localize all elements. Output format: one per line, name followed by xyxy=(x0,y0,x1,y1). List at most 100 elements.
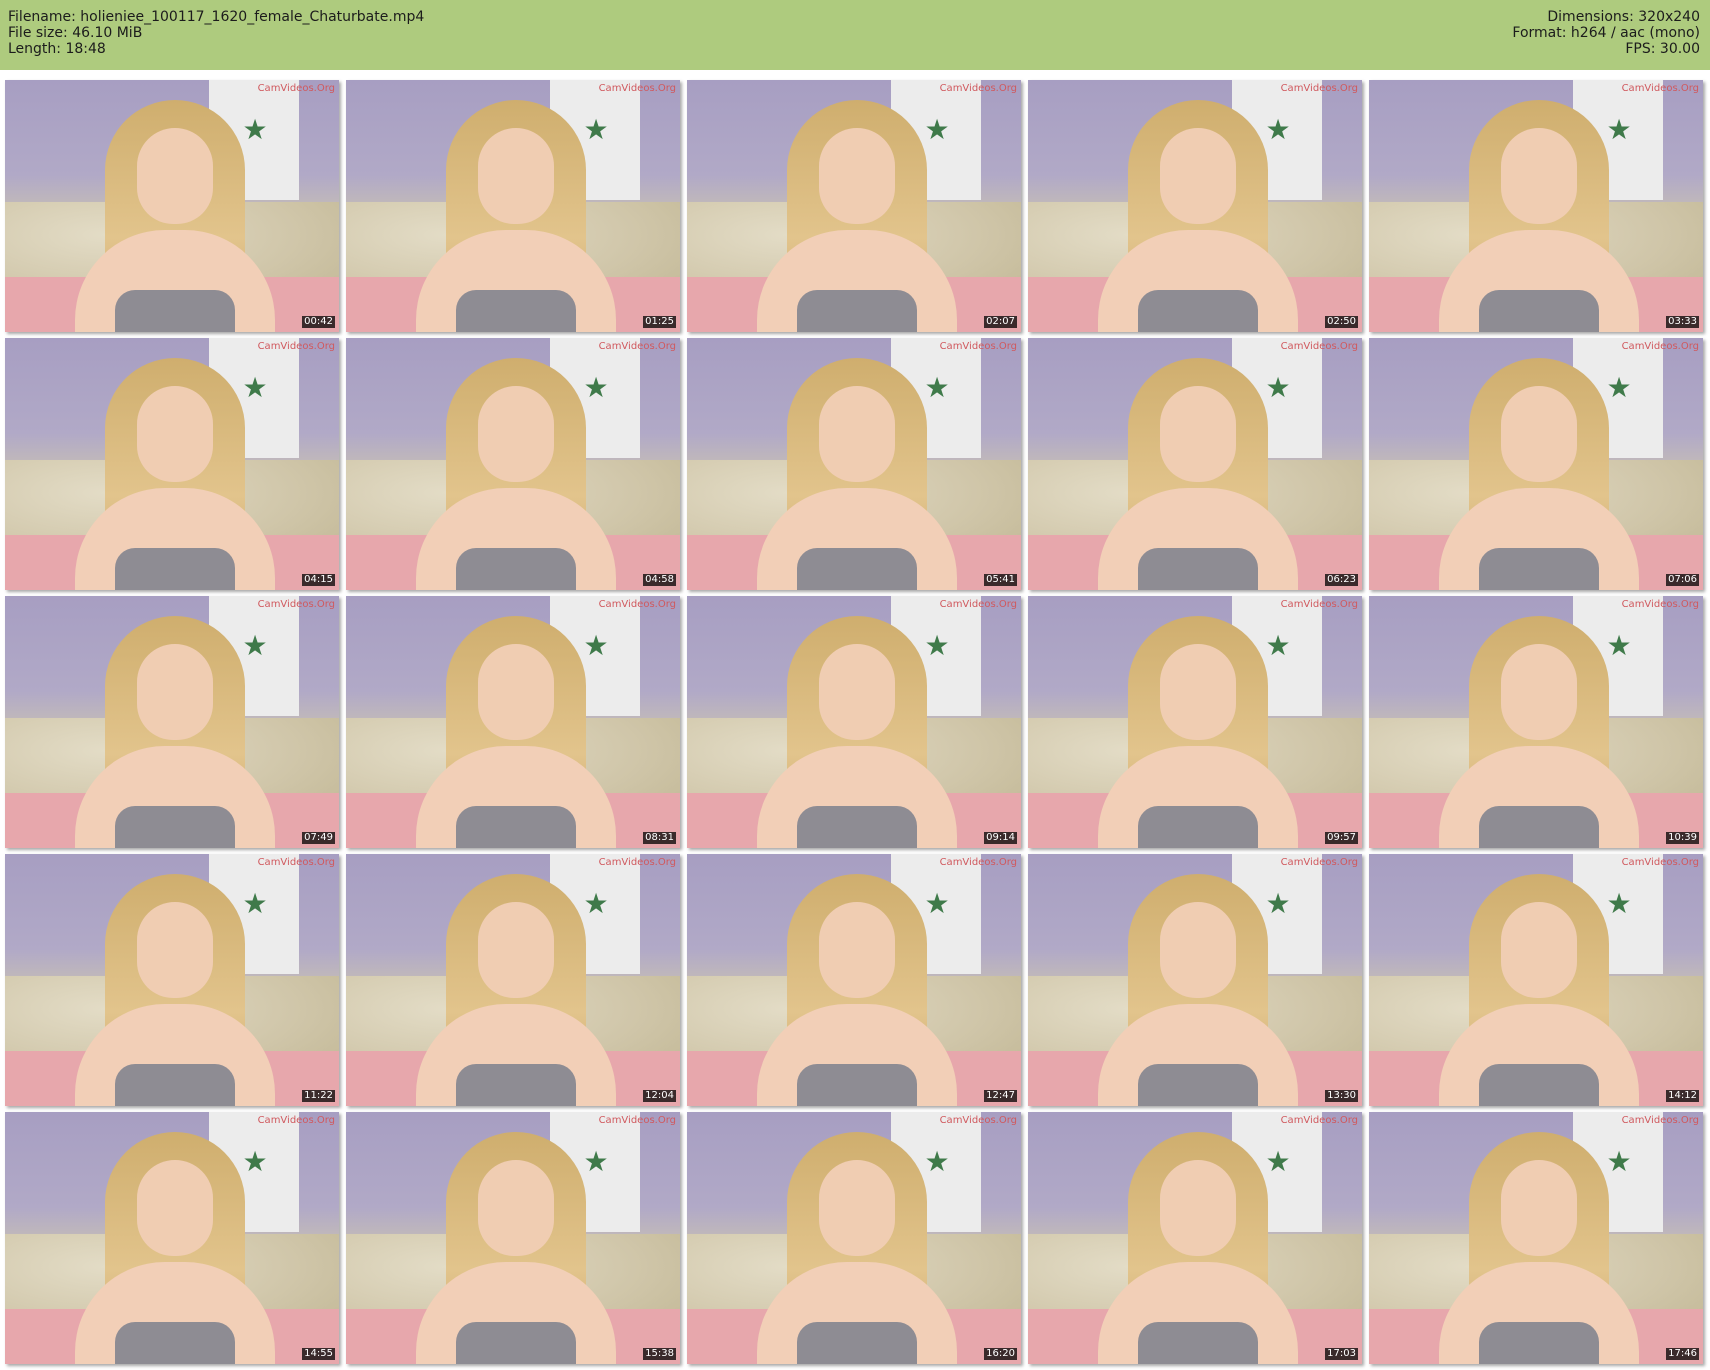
clothing xyxy=(1138,548,1258,590)
face xyxy=(1501,1160,1577,1256)
clothing xyxy=(115,548,235,590)
person-figure xyxy=(1439,1132,1639,1364)
watermark-text: CamVideos.Org xyxy=(1280,341,1358,352)
watermark-text: CamVideos.Org xyxy=(1621,1115,1699,1126)
face xyxy=(819,644,895,740)
clothing xyxy=(1138,1322,1258,1364)
watermark-text: CamVideos.Org xyxy=(257,857,335,868)
clothing xyxy=(1479,1322,1599,1364)
face xyxy=(1501,386,1577,482)
watermark-text: CamVideos.Org xyxy=(1280,599,1358,610)
video-thumbnail: ★ CamVideos.Org 12:04 xyxy=(346,854,680,1106)
video-thumbnail: ★ CamVideos.Org 10:39 xyxy=(1369,596,1703,848)
face xyxy=(1160,1160,1236,1256)
video-thumbnail: ★ CamVideos.Org 14:12 xyxy=(1369,854,1703,1106)
timestamp-label: 04:58 xyxy=(643,574,676,586)
person-figure xyxy=(757,874,957,1106)
video-thumbnail: ★ CamVideos.Org 01:25 xyxy=(346,80,680,332)
watermark-text: CamVideos.Org xyxy=(1280,83,1358,94)
video-thumbnail: ★ CamVideos.Org 12:47 xyxy=(687,854,1021,1106)
video-thumbnail: ★ CamVideos.Org 09:57 xyxy=(1028,596,1362,848)
format-label: Format: h264 / aac (mono) xyxy=(1512,25,1700,41)
dimensions-label: Dimensions: 320x240 xyxy=(1547,9,1700,25)
face xyxy=(137,1160,213,1256)
video-thumbnail: ★ CamVideos.Org 17:03 xyxy=(1028,1112,1362,1364)
watermark-text: CamVideos.Org xyxy=(257,1115,335,1126)
face xyxy=(478,128,554,224)
clothing xyxy=(797,806,917,848)
timestamp-label: 01:25 xyxy=(643,316,676,328)
watermark-text: CamVideos.Org xyxy=(939,599,1017,610)
clothing xyxy=(797,548,917,590)
watermark-text: CamVideos.Org xyxy=(257,341,335,352)
video-thumbnail: ★ CamVideos.Org 08:31 xyxy=(346,596,680,848)
timestamp-label: 06:23 xyxy=(1325,574,1358,586)
watermark-text: CamVideos.Org xyxy=(939,83,1017,94)
person-figure xyxy=(75,100,275,332)
face xyxy=(478,386,554,482)
person-figure xyxy=(416,616,616,848)
timestamp-label: 12:47 xyxy=(984,1090,1017,1102)
face xyxy=(478,1160,554,1256)
timestamp-label: 13:30 xyxy=(1325,1090,1358,1102)
person-figure xyxy=(1098,358,1298,590)
person-figure xyxy=(1098,874,1298,1106)
timestamp-label: 15:38 xyxy=(643,1348,676,1360)
clothing xyxy=(797,1322,917,1364)
person-figure xyxy=(75,874,275,1106)
timestamp-label: 00:42 xyxy=(302,316,335,328)
face xyxy=(1160,902,1236,998)
watermark-text: CamVideos.Org xyxy=(939,341,1017,352)
face xyxy=(819,1160,895,1256)
file-info-left: Filename: holieniee_100117_1620_female_C… xyxy=(8,9,424,57)
face xyxy=(478,902,554,998)
timestamp-label: 10:39 xyxy=(1666,832,1699,844)
clothing xyxy=(1479,1064,1599,1106)
timestamp-label: 14:12 xyxy=(1666,1090,1699,1102)
video-thumbnail: ★ CamVideos.Org 09:14 xyxy=(687,596,1021,848)
video-thumbnail: ★ CamVideos.Org 02:50 xyxy=(1028,80,1362,332)
video-thumbnail: ★ CamVideos.Org 04:58 xyxy=(346,338,680,590)
timestamp-label: 02:50 xyxy=(1325,316,1358,328)
timestamp-label: 09:57 xyxy=(1325,832,1358,844)
person-figure xyxy=(416,358,616,590)
person-figure xyxy=(1098,1132,1298,1364)
watermark-text: CamVideos.Org xyxy=(598,857,676,868)
person-figure xyxy=(1439,616,1639,848)
timestamp-label: 09:14 xyxy=(984,832,1017,844)
timestamp-label: 16:20 xyxy=(984,1348,1017,1360)
face xyxy=(478,644,554,740)
video-thumbnail: ★ CamVideos.Org 00:42 xyxy=(5,80,339,332)
person-figure xyxy=(757,100,957,332)
video-thumbnail: ★ CamVideos.Org 14:55 xyxy=(5,1112,339,1364)
watermark-text: CamVideos.Org xyxy=(1280,1115,1358,1126)
file-size-label: File size: 46.10 MiB xyxy=(8,25,143,41)
person-figure xyxy=(75,358,275,590)
face xyxy=(1501,128,1577,224)
watermark-text: CamVideos.Org xyxy=(939,1115,1017,1126)
filename-label: Filename: holieniee_100117_1620_female_C… xyxy=(8,9,425,25)
person-figure xyxy=(1098,616,1298,848)
video-thumbnail: ★ CamVideos.Org 05:41 xyxy=(687,338,1021,590)
clothing xyxy=(456,806,576,848)
clothing xyxy=(115,1322,235,1364)
clothing xyxy=(797,290,917,332)
person-figure xyxy=(757,1132,957,1364)
clothing xyxy=(797,1064,917,1106)
clothing xyxy=(456,290,576,332)
watermark-text: CamVideos.Org xyxy=(598,599,676,610)
timestamp-label: 17:46 xyxy=(1666,1348,1699,1360)
video-thumbnail: ★ CamVideos.Org 17:46 xyxy=(1369,1112,1703,1364)
timestamp-label: 14:55 xyxy=(302,1348,335,1360)
face xyxy=(137,128,213,224)
timestamp-label: 02:07 xyxy=(984,316,1017,328)
person-figure xyxy=(1439,100,1639,332)
person-figure xyxy=(75,616,275,848)
person-figure xyxy=(757,358,957,590)
watermark-text: CamVideos.Org xyxy=(1621,857,1699,868)
video-thumbnail: ★ CamVideos.Org 03:33 xyxy=(1369,80,1703,332)
clothing xyxy=(115,1064,235,1106)
person-figure xyxy=(1439,874,1639,1106)
clothing xyxy=(1479,290,1599,332)
watermark-text: CamVideos.Org xyxy=(598,341,676,352)
